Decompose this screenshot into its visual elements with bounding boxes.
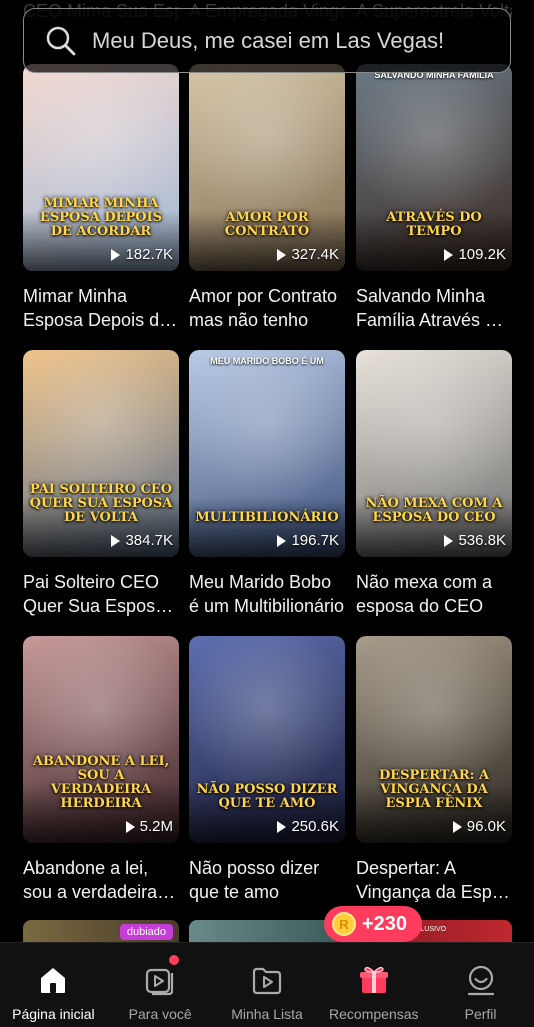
poster-title-text: AMOR POR CONTRATO xyxy=(224,210,310,239)
view-count: 327.4K xyxy=(277,246,339,263)
poster-image[interactable]: NÃO MEXA COM A ESPOSA DO CEO 536.8K xyxy=(356,350,512,557)
tab-label: Para você xyxy=(128,1006,192,1022)
poster-title-text: NÃO POSSO DIZER QUE TE AMO xyxy=(196,782,338,811)
poster-title-text: NÃO MEXA COM A ESPOSA DO CEO xyxy=(365,496,503,525)
tab-home[interactable]: Página inicial xyxy=(0,943,107,1027)
poster-preview[interactable] xyxy=(189,920,345,942)
play-icon xyxy=(444,534,454,547)
dubbed-badge: dubiado xyxy=(119,924,173,940)
drama-card[interactable]: NÃO POSSO DIZER QUE TE AMO 250.6K Não poss… xyxy=(189,636,345,904)
drama-title[interactable]: Amor por Contrato mas não tenho xyxy=(189,284,345,332)
drama-card[interactable]: SALVANDO MINHA FAMÍLIA ATRAVÉS DO TEMPO 10… xyxy=(356,64,512,332)
next-row-preview[interactable]: dubiado EXCLUSIVO xyxy=(23,920,512,942)
poster-title-text: ATRAVÉS DO TEMPO xyxy=(386,210,482,239)
tab-my-list[interactable]: Minha Lista xyxy=(214,943,321,1027)
poster-title-text: PAI SOLTEIRO CEO QUER SUA ESPOSA DE VOLT… xyxy=(29,482,173,525)
drama-card[interactable]: DESPERTAR: A VINGANÇA DA ESPIA FÊNIX 96.0… xyxy=(356,636,512,904)
poster-image[interactable]: AMOR POR CONTRATO 327.4K xyxy=(189,64,345,271)
drama-card[interactable]: ABANDONE A LEI, SOU A VERDADEIRA HERDEIR… xyxy=(23,636,179,904)
poster-title-text: MIMAR MINHA ESPOSA DEPOIS DE ACORDAR xyxy=(39,196,163,239)
poster-image[interactable]: MIMAR MINHA ESPOSA DEPOIS DE ACORDAR 182.… xyxy=(23,64,179,271)
poster-image[interactable]: DESPERTAR: A VINGANÇA DA ESPIA FÊNIX 96.0… xyxy=(356,636,512,843)
drama-title[interactable]: Despertar: A Vingança da Espia Fênix xyxy=(356,856,512,904)
drama-title[interactable]: Mimar Minha Esposa Depois de Acordar xyxy=(23,284,179,332)
view-count: 109.2K xyxy=(444,246,506,263)
drama-title[interactable]: Não mexa com a esposa do CEO xyxy=(356,570,512,618)
tab-for-you[interactable]: Para você xyxy=(107,943,214,1027)
drama-card[interactable]: PAI SOLTEIRO CEO QUER SUA ESPOSA DE VOLT… xyxy=(23,350,179,618)
poster-image[interactable]: SALVANDO MINHA FAMÍLIA ATRAVÉS DO TEMPO 10… xyxy=(356,64,512,271)
view-count-value: 182.7K xyxy=(125,246,173,263)
tab-label: Perfil xyxy=(464,1006,497,1022)
view-count-value: 196.7K xyxy=(291,532,339,549)
poster-image[interactable]: PAI SOLTEIRO CEO QUER SUA ESPOSA DE VOLT… xyxy=(23,350,179,557)
drama-card[interactable]: MEU MARIDO BOBO É UM MULTIBILIONÁRIO 196.7… xyxy=(189,350,345,618)
reward-coins-pill[interactable]: R +230 xyxy=(324,906,422,942)
search-icon xyxy=(46,26,76,55)
view-count: 536.8K xyxy=(444,532,506,549)
view-count-value: 109.2K xyxy=(458,246,506,263)
profile-icon xyxy=(467,965,494,996)
bottom-tab-bar: Página inicial Para você Minha Lista Rec… xyxy=(0,942,534,1027)
play-icon xyxy=(277,820,287,833)
poster-image[interactable]: ABANDONE A LEI, SOU A VERDADEIRA HERDEIR… xyxy=(23,636,179,843)
poster-preview[interactable]: dubiado xyxy=(23,920,179,942)
drama-title[interactable]: Meu Marido Bobo é um Multibilionário xyxy=(189,570,345,618)
drama-title[interactable]: Não posso dizer que te amo xyxy=(189,856,345,904)
drama-card[interactable]: MIMAR MINHA ESPOSA DEPOIS DE ACORDAR 182.… xyxy=(23,64,179,332)
search-bar[interactable]: Meu Deus, me casei em Las Vegas! xyxy=(23,8,511,73)
view-count-value: 96.0K xyxy=(466,818,506,835)
home-icon xyxy=(41,968,66,993)
poster-image[interactable]: NÃO POSSO DIZER QUE TE AMO 250.6K xyxy=(189,636,345,843)
tab-rewards[interactable]: Recompensas xyxy=(320,943,427,1027)
tab-label: Minha Lista xyxy=(231,1006,303,1022)
view-count: 384.7K xyxy=(111,532,173,549)
poster-image[interactable]: MEU MARIDO BOBO É UM MULTIBILIONÁRIO 196.7… xyxy=(189,350,345,557)
reward-value: +230 xyxy=(362,912,408,935)
play-icon xyxy=(277,534,287,547)
gift-icon xyxy=(359,966,388,993)
play-icon xyxy=(452,820,462,833)
tab-label: Página inicial xyxy=(12,1006,95,1022)
poster-title-text: ABANDONE A LEI, SOU A VERDADEIRA HERDEIR… xyxy=(32,754,170,811)
play-icon xyxy=(111,534,121,547)
play-icon xyxy=(111,248,121,261)
view-count: 182.7K xyxy=(111,246,173,263)
poster-title-text: MULTIBILIONÁRIO xyxy=(195,510,339,525)
play-icon xyxy=(125,820,135,833)
drama-title[interactable]: Salvando Minha Família Através do Tempo xyxy=(356,284,512,332)
search-query: Meu Deus, me casei em Las Vegas! xyxy=(92,27,445,53)
play-cards-icon xyxy=(146,968,174,996)
play-icon xyxy=(277,248,287,261)
view-count: 5.2M xyxy=(125,818,173,835)
poster-title-text: DESPERTAR: A VINGANÇA DA ESPIA FÊNIX xyxy=(378,768,490,811)
view-count-value: 5.2M xyxy=(139,818,173,835)
drama-title[interactable]: Pai Solteiro CEO Quer Sua Esposa de Volt… xyxy=(23,570,179,618)
folder-play-icon xyxy=(252,967,282,995)
view-count-value: 384.7K xyxy=(125,532,173,549)
view-count-value: 327.4K xyxy=(291,246,339,263)
notification-dot xyxy=(168,955,179,965)
view-count: 250.6K xyxy=(277,818,339,835)
drama-title[interactable]: Abandone a lei, sou a verdadeira herdeir… xyxy=(23,856,179,904)
tab-label: Recompensas xyxy=(329,1006,419,1022)
view-count: 196.7K xyxy=(277,532,339,549)
view-count: 96.0K xyxy=(452,818,506,835)
drama-card[interactable]: AMOR POR CONTRATO 327.4K Amor por Contrato… xyxy=(189,64,345,332)
coin-icon: R xyxy=(332,912,356,936)
poster-top-text: MEU MARIDO BOBO É UM xyxy=(210,356,324,366)
play-icon xyxy=(444,248,454,261)
drama-card[interactable]: NÃO MEXA COM A ESPOSA DO CEO 536.8K Não me… xyxy=(356,350,512,618)
app-screen: CEO Mima Sua Esposa e os Du... A Emprega… xyxy=(0,0,534,1027)
tab-profile[interactable]: Perfil xyxy=(427,943,534,1027)
view-count-value: 536.8K xyxy=(458,532,506,549)
view-count-value: 250.6K xyxy=(291,818,339,835)
